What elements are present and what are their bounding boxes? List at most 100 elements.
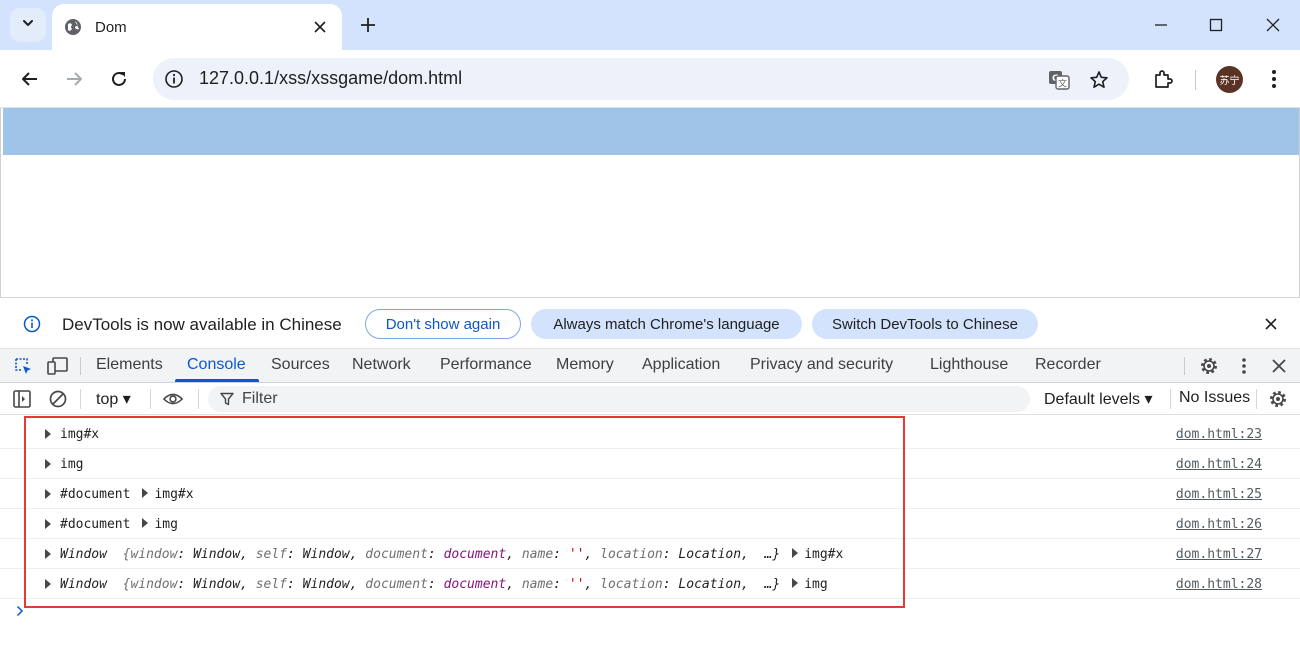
- context-value: top: [96, 391, 119, 408]
- source-link[interactable]: dom.html:23: [1176, 427, 1262, 442]
- tab-network[interactable]: Network: [352, 356, 411, 374]
- sidebar-toggle-icon[interactable]: [11, 388, 33, 410]
- window-preview[interactable]: {window: Window, self: Window, document:…: [123, 547, 781, 562]
- site-info-icon[interactable]: [163, 68, 185, 90]
- devtools-menu-icon[interactable]: [1233, 355, 1255, 377]
- log-content: #document img: [60, 517, 178, 532]
- source-link[interactable]: dom.html:27: [1176, 547, 1262, 562]
- tab-search-button[interactable]: [10, 8, 46, 42]
- tab-performance[interactable]: Performance: [440, 356, 532, 374]
- preview-value: Location: [678, 547, 742, 562]
- log-node[interactable]: img: [154, 517, 177, 532]
- log-prefix[interactable]: Window: [60, 577, 107, 592]
- console-message[interactable]: Window {window: Window, self: Window, do…: [0, 539, 1300, 569]
- live-expression-eye-icon[interactable]: [162, 388, 184, 410]
- expand-triangle-icon[interactable]: [45, 459, 51, 469]
- expand-triangle-icon[interactable]: [142, 488, 149, 498]
- console-message[interactable]: #document img dom.html:26: [0, 509, 1300, 539]
- expand-triangle-icon[interactable]: [792, 548, 799, 558]
- tab-memory[interactable]: Memory: [556, 356, 614, 374]
- console-message[interactable]: img dom.html:24: [0, 449, 1300, 479]
- window-preview[interactable]: {window: Window, self: Window, document:…: [123, 577, 781, 592]
- always-match-language-button[interactable]: Always match Chrome's language: [531, 309, 802, 339]
- log-content: #document img#x: [60, 487, 194, 502]
- inspect-element-icon[interactable]: [12, 355, 34, 377]
- dropdown-caret-icon: ▾: [1144, 391, 1153, 408]
- console-divider: [1256, 389, 1257, 409]
- console-message[interactable]: img#x dom.html:23: [0, 419, 1300, 449]
- tab-console[interactable]: Console: [187, 356, 246, 374]
- globe-icon: [64, 18, 82, 36]
- console-divider: [198, 389, 199, 409]
- console-message[interactable]: #document img#x dom.html:25: [0, 479, 1300, 509]
- tab-recorder[interactable]: Recorder: [1035, 356, 1101, 374]
- bookmark-star-icon[interactable]: [1087, 68, 1111, 92]
- expand-triangle-icon[interactable]: [45, 579, 51, 589]
- expand-triangle-icon[interactable]: [792, 578, 799, 588]
- log-node[interactable]: img: [804, 577, 827, 592]
- source-link[interactable]: dom.html:26: [1176, 517, 1262, 532]
- source-link[interactable]: dom.html:25: [1176, 487, 1262, 502]
- expand-triangle-icon[interactable]: [45, 489, 51, 499]
- profile-avatar[interactable]: 苏宁: [1216, 66, 1243, 93]
- log-node[interactable]: img#x: [804, 547, 843, 562]
- log-node[interactable]: img#x: [154, 487, 193, 502]
- log-prefix[interactable]: #document: [60, 487, 130, 502]
- console-message[interactable]: Window {window: Window, self: Window, do…: [0, 569, 1300, 599]
- close-infobar-icon[interactable]: [1260, 313, 1282, 335]
- console-settings-gear-icon[interactable]: [1267, 388, 1289, 410]
- page-viewport: [0, 108, 1300, 297]
- dont-show-again-button[interactable]: Don't show again: [365, 309, 521, 339]
- browser-tab[interactable]: Dom: [52, 4, 342, 50]
- context-selector[interactable]: top ▾: [96, 389, 131, 409]
- preview-value: '': [568, 577, 585, 592]
- reload-icon[interactable]: [106, 66, 132, 92]
- back-arrow-icon[interactable]: [17, 66, 43, 92]
- close-tab-icon[interactable]: [308, 15, 332, 39]
- log-node[interactable]: img#x: [60, 427, 99, 442]
- expand-triangle-icon[interactable]: [45, 519, 51, 529]
- tab-elements[interactable]: Elements: [96, 356, 163, 374]
- source-link[interactable]: dom.html:28: [1176, 577, 1262, 592]
- log-prefix[interactable]: #document: [60, 517, 130, 532]
- new-tab-icon[interactable]: [356, 13, 380, 37]
- log-levels-dropdown[interactable]: Default levels ▾: [1044, 389, 1153, 409]
- tab-privacy-security[interactable]: Privacy and security: [750, 356, 893, 374]
- expand-triangle-icon[interactable]: [45, 549, 51, 559]
- log-content: Window {window: Window, self: Window, do…: [60, 577, 828, 592]
- console-filter-input[interactable]: Filter: [208, 386, 1030, 412]
- preview-value: Window: [302, 577, 350, 592]
- url-text: 127.0.0.1/xss/xssgame/dom.html: [199, 68, 463, 88]
- source-link[interactable]: dom.html:24: [1176, 457, 1262, 472]
- issues-counter[interactable]: No Issues: [1179, 389, 1250, 407]
- forward-arrow-icon[interactable]: [61, 66, 87, 92]
- log-prefix[interactable]: Window: [60, 547, 107, 562]
- close-window-icon[interactable]: [1262, 14, 1284, 36]
- maximize-icon[interactable]: [1205, 14, 1227, 36]
- translate-icon[interactable]: G文: [1047, 68, 1071, 92]
- settings-gear-icon[interactable]: [1198, 355, 1220, 377]
- page-header-bar: [3, 108, 1299, 155]
- close-devtools-icon[interactable]: [1268, 355, 1290, 377]
- chrome-menu-icon[interactable]: [1262, 66, 1286, 92]
- svg-text:文: 文: [1058, 78, 1067, 90]
- minimize-icon[interactable]: [1150, 14, 1172, 36]
- dropdown-caret-icon: ▾: [122, 391, 131, 408]
- address-bar[interactable]: 127.0.0.1/xss/xssgame/dom.html G文: [153, 58, 1129, 100]
- switch-devtools-chinese-button[interactable]: Switch DevTools to Chinese: [812, 309, 1038, 339]
- tab-sources[interactable]: Sources: [271, 356, 330, 374]
- preview-key: name: [521, 547, 554, 562]
- extensions-puzzle-icon[interactable]: [1150, 66, 1176, 92]
- expand-triangle-icon[interactable]: [142, 518, 149, 528]
- browser-toolbar: 127.0.0.1/xss/xssgame/dom.html G文 苏宁: [0, 50, 1300, 108]
- log-node[interactable]: img: [60, 457, 83, 472]
- clear-console-icon[interactable]: [47, 388, 69, 410]
- tab-application[interactable]: Application: [642, 356, 720, 374]
- device-toolbar-icon[interactable]: [47, 355, 69, 377]
- console-prompt-chevron-icon[interactable]: [16, 603, 28, 619]
- preview-key: window: [130, 547, 178, 562]
- expand-triangle-icon[interactable]: [45, 429, 51, 439]
- preview-value: Window: [193, 547, 241, 562]
- tab-lighthouse[interactable]: Lighthouse: [930, 356, 1008, 374]
- filter-funnel-icon: [220, 392, 234, 406]
